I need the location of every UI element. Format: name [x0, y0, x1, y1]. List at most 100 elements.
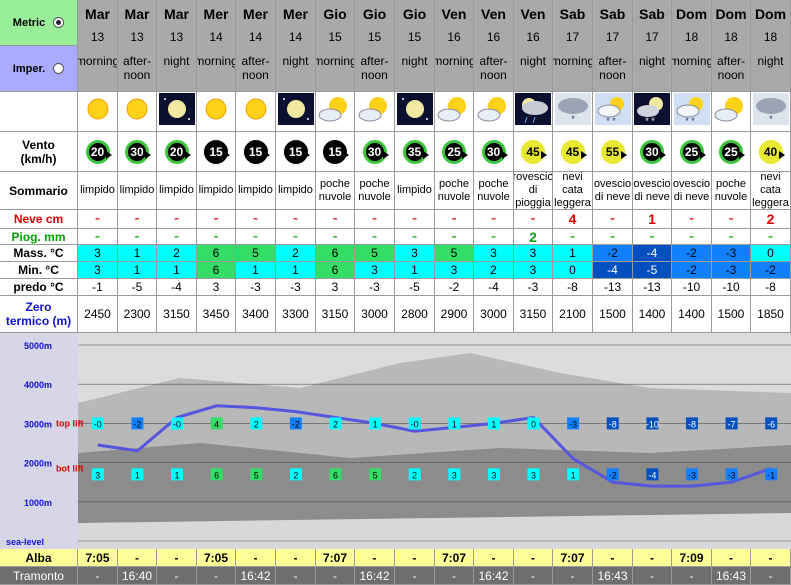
wind-arrow-icon: 20 [164, 139, 191, 164]
wind-cell: 25 [435, 132, 474, 172]
sunset-cell: - [751, 567, 791, 585]
snow-cell: - [197, 210, 236, 229]
metric-radio[interactable] [53, 17, 65, 28]
wind-chill: -8 [765, 280, 776, 294]
wind-speed: 15 [328, 144, 342, 159]
summary-text: poche nuvole [714, 177, 748, 203]
icon-label-cell [0, 92, 78, 132]
wind-row-label: Vento (km/h) [0, 132, 78, 172]
max-temp: 6 [331, 246, 339, 260]
sunrise-cell: - [118, 549, 157, 567]
freezing-level: 1500 [599, 307, 626, 321]
chill-cell: -4 [157, 279, 197, 296]
sunrise-row-label: Alba [0, 549, 78, 567]
freezing-level: 3150 [321, 307, 349, 321]
imperial-radio[interactable] [53, 63, 65, 74]
sunset-time: 16:43 [597, 568, 628, 583]
min-temp-cell: 6 [197, 262, 236, 279]
top-lift-temp: -7 [728, 419, 736, 429]
period: morning [672, 54, 712, 68]
period: night [163, 54, 190, 68]
wind-speed: 40 [763, 144, 778, 159]
rain-value: - [94, 229, 101, 245]
summary-cell: nevi cata leggera [751, 172, 791, 210]
summary-cell: ovescio di neve [593, 172, 633, 210]
sunset-time: - [650, 568, 654, 583]
day-date: 18 [724, 30, 738, 44]
clear-night-icon [158, 93, 195, 130]
snow-value: - [94, 210, 101, 227]
wind-cell: 20 [157, 132, 197, 172]
bot-lift-temp: 3 [491, 470, 496, 480]
rain-value: - [688, 229, 695, 245]
snow-value: - [134, 210, 140, 227]
wind-speed: 15 [248, 144, 263, 159]
column-header: Mar 13 night [157, 0, 197, 92]
sunset-cell: - [157, 567, 197, 585]
snow-cell: 4 [553, 210, 593, 229]
snow-value: - [530, 210, 536, 227]
rain-value: 2 [529, 229, 537, 245]
sunrise-time: 7:09 [679, 550, 704, 565]
wind-arrow-icon: 25 [719, 139, 745, 164]
weather-icon-cell [118, 92, 157, 132]
chill-cell: -10 [672, 279, 712, 296]
sunrise-cell: - [276, 549, 316, 567]
max-temp-cell: 1 [553, 245, 593, 262]
sunrise-cell: 7:09 [672, 549, 712, 567]
freezing-level: 3400 [242, 307, 269, 321]
summary-text: poche nuvole [477, 177, 510, 203]
sunset-cell: - [78, 567, 118, 585]
freeze-cell: 3150 [157, 296, 197, 333]
wind-cell: 15 [276, 132, 316, 172]
summary-text: rovescio di pioggia [514, 172, 553, 209]
day-date: 13 [169, 30, 184, 44]
svg-text:*: * [571, 114, 575, 124]
min-temp-cell: -5 [633, 262, 672, 279]
sunrise-cell: - [355, 549, 395, 567]
snow-row-label: Neve cm [0, 210, 78, 229]
freeze-cell: 1400 [633, 296, 672, 333]
wind-arrow-icon: 45 [560, 139, 587, 164]
top-lift-temp: -2 [292, 419, 300, 429]
day-name: Sab [559, 6, 586, 22]
min-temp-cell: 3 [435, 262, 474, 279]
rain-cell: - [78, 229, 118, 245]
rain-value: - [569, 229, 576, 245]
rain-cell: - [276, 229, 316, 245]
min-temp-cell: 6 [316, 262, 355, 279]
metric-button[interactable]: Metric [0, 0, 78, 46]
max-row-label: Mass. °C [0, 245, 78, 262]
freeze-cell: 3400 [236, 296, 276, 333]
sunrise-cell: - [593, 549, 633, 567]
max-temp-cell: 5 [355, 245, 395, 262]
day-date: 15 [328, 30, 342, 44]
wind-arrow-icon: 15 [283, 139, 310, 164]
imperial-button[interactable]: Imper. [0, 46, 78, 92]
period: night [519, 54, 547, 68]
period: morning [435, 54, 474, 68]
wind-speed: 15 [209, 144, 223, 159]
min-temp-cell: 1 [236, 262, 276, 279]
day-date: 17 [565, 30, 580, 44]
max-temp-cell: 1 [118, 245, 157, 262]
freeze-cell: 2450 [78, 296, 118, 333]
sunrise-time: - [610, 550, 615, 565]
day-name: Mar [164, 6, 189, 22]
min-temp: 1 [292, 263, 299, 277]
sunrise-time: - [174, 550, 179, 565]
wind-cell: 20 [78, 132, 118, 172]
sunset-cell: - [514, 567, 553, 585]
sunrise-time: - [729, 550, 733, 565]
sunset-cell: 16:42 [236, 567, 276, 585]
snow-night-icon: * * [634, 93, 670, 130]
wind-cell: 30 [355, 132, 395, 172]
svg-text:* *: * * [645, 116, 655, 125]
wind-label: Vento [22, 137, 55, 152]
freeze-cell: 3300 [276, 296, 316, 333]
chill-cell: -5 [395, 279, 435, 296]
rain-value: - [134, 229, 140, 245]
wind-cell: 15 [236, 132, 276, 172]
freeze-label-2: termico (m) [5, 314, 72, 328]
rain-value: - [451, 229, 457, 245]
